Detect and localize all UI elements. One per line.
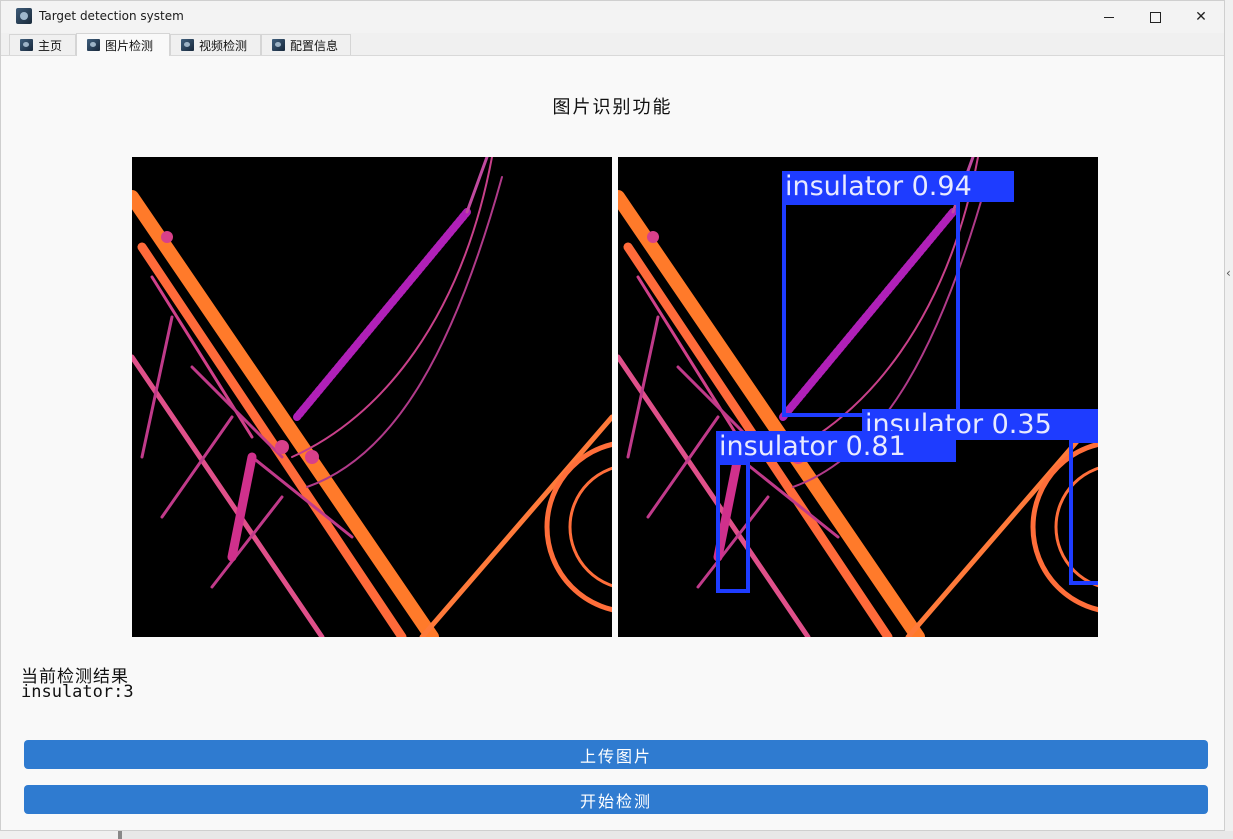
detection-label-3: insulator 0.81 — [716, 431, 956, 462]
app-window: Target detection system ✕ 主页 图片检测 视频检测 配… — [0, 0, 1225, 831]
window-title: Target detection system — [39, 9, 184, 23]
tab-label: 视频检测 — [199, 38, 248, 53]
tab-label: 配置信息 — [290, 38, 339, 53]
close-icon: ✕ — [1195, 9, 1207, 25]
minimize-icon — [1104, 16, 1114, 18]
thermal-image-original — [132, 157, 612, 637]
detection-box-3 — [716, 461, 750, 593]
tab-image-icon — [87, 39, 100, 51]
maximize-icon — [1149, 11, 1161, 23]
tab-home[interactable]: 主页 — [9, 34, 76, 55]
background-window-strip — [118, 831, 1233, 839]
tab-video-detection[interactable]: 视频检测 — [170, 34, 261, 55]
page-title: 图片识别功能 — [552, 97, 673, 118]
original-image — [132, 157, 612, 637]
detected-image: insulator 0.94 insulator 0.35 insulator … — [618, 157, 1098, 637]
tab-bar: 主页 图片检测 视频检测 配置信息 — [1, 33, 1224, 56]
tab-config-info[interactable]: 配置信息 — [261, 34, 351, 55]
chevron-left-icon: ‹ — [1226, 266, 1231, 280]
tab-video-icon — [181, 39, 194, 51]
close-button[interactable]: ✕ — [1178, 1, 1224, 33]
detection-box-1 — [782, 201, 960, 417]
title-bar[interactable]: Target detection system ✕ — [1, 1, 1224, 33]
minimize-button[interactable] — [1086, 1, 1132, 33]
maximize-button[interactable] — [1132, 1, 1178, 33]
upload-image-button[interactable]: 上传图片 — [24, 740, 1208, 769]
tab-label: 图片检测 — [105, 38, 154, 53]
result-value: insulator:3 — [21, 682, 134, 702]
tab-label: 主页 — [38, 38, 63, 53]
app-icon — [16, 8, 32, 24]
start-detection-button[interactable]: 开始检测 — [24, 785, 1208, 814]
detection-box-2 — [1069, 439, 1098, 585]
tab-home-icon — [20, 39, 33, 51]
detection-label-1: insulator 0.94 — [782, 171, 1014, 202]
tab-image-detection[interactable]: 图片检测 — [76, 33, 170, 56]
tab-config-icon — [272, 39, 285, 51]
